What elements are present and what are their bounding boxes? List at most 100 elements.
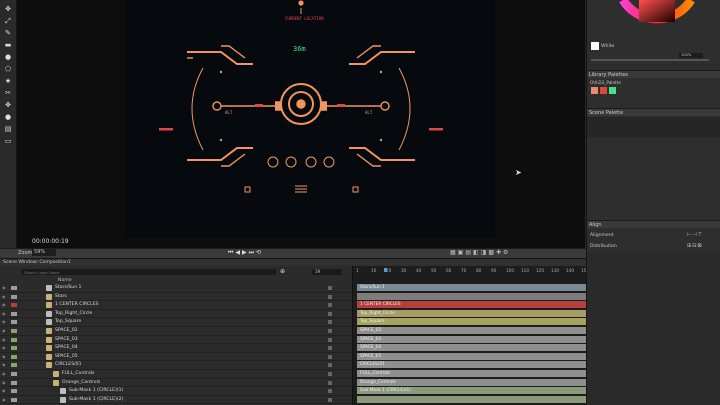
ruler-tick-label: 80 — [476, 268, 482, 273]
scene-palette-area — [587, 117, 720, 137]
scene-palette-title[interactable]: Scene Palette — [587, 108, 720, 116]
layer-lock-icon[interactable] — [328, 389, 332, 394]
layer-column-header: Name — [58, 278, 72, 283]
visibility-eye-icon[interactable]: ◉ — [2, 363, 7, 367]
layer-color-swatch[interactable] — [11, 320, 17, 325]
layer-lock-icon[interactable] — [328, 363, 332, 368]
layer-lock-icon[interactable] — [328, 380, 332, 385]
layer-color-swatch[interactable] — [11, 389, 17, 394]
color-wheel[interactable] — [617, 0, 697, 40]
layer-color-swatch[interactable] — [11, 380, 17, 385]
hud-center-readout: 36m — [293, 45, 306, 53]
layer-color-swatch[interactable] — [11, 294, 17, 299]
layer-lock-icon[interactable] — [328, 320, 332, 325]
hud-top-label: CURRENT LOCATION — [285, 16, 324, 21]
ruler-tick-label: 70 — [461, 268, 467, 273]
layer-lock-icon[interactable] — [328, 329, 332, 333]
palette-color-swatch[interactable] — [600, 87, 607, 94]
visibility-eye-icon[interactable]: ◉ — [2, 311, 7, 316]
tool-6-icon[interactable]: ★ — [3, 76, 13, 86]
tool-8-icon[interactable]: ✥ — [3, 100, 13, 110]
layer-lock-icon[interactable] — [328, 311, 332, 316]
layer-color-swatch[interactable] — [11, 286, 17, 290]
tool-9-icon[interactable]: ● — [3, 112, 13, 122]
timecode-display: 00:00:00:19 — [32, 238, 69, 245]
palette-color-swatch[interactable] — [591, 87, 598, 94]
layer-row[interactable]: ◉ SPACE_03 — [0, 336, 352, 345]
visibility-eye-icon[interactable]: ◉ — [2, 303, 7, 307]
alpha-value-field[interactable]: 100% — [679, 53, 703, 58]
tool-0-icon[interactable]: ✥ — [3, 4, 13, 14]
visibility-eye-icon[interactable]: ◉ — [2, 346, 7, 350]
layer-row[interactable]: ◉ Sub-Mask 1 (CIRCLE)(1) — [0, 387, 352, 396]
layer-color-swatch[interactable] — [11, 311, 17, 316]
zoom-dropdown[interactable]: 59% — [32, 249, 56, 256]
visibility-eye-icon[interactable]: ◉ — [2, 337, 7, 342]
tool-10-icon[interactable]: ▤ — [3, 124, 13, 134]
layer-lock-icon[interactable] — [328, 337, 332, 342]
layer-lock-icon[interactable] — [328, 397, 332, 402]
tool-3-icon[interactable]: ▬ — [3, 40, 13, 50]
layer-color-swatch[interactable] — [11, 363, 17, 368]
frame-input[interactable]: 19 — [312, 269, 342, 275]
layer-row[interactable]: ◉ SPACE_05 — [0, 353, 352, 362]
layer-lock-icon[interactable] — [328, 286, 332, 290]
layer-row[interactable]: ◉ SPACE_04 — [0, 344, 352, 353]
layer-row[interactable]: ◉ Stars/Sun 1 — [0, 284, 352, 293]
layer-row[interactable]: ◉ CIRCLES/01 — [0, 361, 352, 370]
layer-search-input[interactable] — [22, 269, 276, 275]
layer-row[interactable]: ◉ Sub-Mask 1 (CIRCLE)(2) — [0, 396, 352, 405]
tool-7-icon[interactable]: ✂ — [3, 88, 13, 98]
layer-color-swatch[interactable] — [11, 354, 17, 359]
library-palettes-title[interactable]: Library Palettes — [587, 70, 720, 78]
palette-color-swatch[interactable] — [609, 87, 616, 94]
drawing-layer-icon — [46, 319, 52, 326]
playhead-marker[interactable] — [384, 268, 387, 272]
scene-window-tab[interactable]: Scene Window: Composition1 — [3, 260, 71, 265]
playback-controls[interactable]: ⏮◀▶⏭⟲ — [228, 249, 263, 257]
distribution-buttons[interactable]: ⊞⊟⊠ — [687, 243, 703, 249]
tool-4-icon[interactable]: ● — [3, 52, 13, 62]
stage-viewport[interactable]: CURRENT LOCATION 36m ALT ALT ➤ — [17, 0, 585, 248]
layer-color-swatch[interactable] — [11, 346, 17, 351]
layer-color-swatch[interactable] — [11, 303, 17, 308]
layer-color-swatch[interactable] — [11, 372, 17, 376]
layer-lock-icon[interactable] — [328, 372, 332, 376]
tool-2-icon[interactable]: ✎ — [3, 28, 13, 38]
ruler-tick-label: 130 — [551, 268, 559, 273]
layer-lock-icon[interactable] — [328, 294, 332, 299]
visibility-eye-icon[interactable]: ◉ — [2, 397, 7, 402]
visibility-eye-icon[interactable]: ◉ — [2, 294, 7, 299]
visibility-eye-icon[interactable]: ◉ — [2, 372, 7, 376]
tool-11-icon[interactable]: ▭ — [3, 136, 13, 146]
visibility-eye-icon[interactable]: ◉ — [2, 286, 7, 290]
visibility-eye-icon[interactable]: ◉ — [2, 320, 7, 324]
layer-lock-icon[interactable] — [328, 354, 332, 359]
color-swatch[interactable] — [591, 42, 599, 50]
hud-canvas[interactable]: CURRENT LOCATION 36m ALT ALT — [125, 0, 495, 238]
visibility-eye-icon[interactable]: ◉ — [2, 329, 7, 333]
tool-5-icon[interactable]: ⬠ — [3, 64, 13, 74]
layer-color-swatch[interactable] — [11, 329, 17, 333]
layer-lock-icon[interactable] — [328, 346, 332, 351]
visibility-eye-icon[interactable]: ◉ — [2, 389, 7, 393]
layer-row[interactable]: ◉ 1 CENTER CIRCLES — [0, 301, 352, 310]
layer-row[interactable]: ◉ Orange_Controls — [0, 379, 352, 388]
layer-row[interactable]: ◉ Top_Square — [0, 318, 352, 327]
layer-lock-icon[interactable] — [328, 303, 332, 308]
layer-name: Top_Right_Circle — [55, 310, 93, 316]
align-panel-title[interactable]: Align — [587, 220, 720, 228]
visibility-eye-icon[interactable]: ◉ — [2, 380, 7, 385]
tool-1-icon[interactable]: ⤢ — [3, 16, 13, 26]
alpha-slider[interactable] — [591, 59, 709, 61]
visibility-eye-icon[interactable]: ◉ — [2, 354, 7, 359]
layer-color-swatch[interactable] — [11, 397, 17, 402]
view-options-icons[interactable]: ▦▣▤◧◨▩✚⚙ — [450, 249, 510, 256]
layer-row[interactable]: ◉ Top_Right_Circle — [0, 310, 352, 319]
alignment-buttons[interactable]: ⊢⊣⊤ — [687, 232, 703, 238]
layer-row[interactable]: ◉ SPACE_02 — [0, 327, 352, 336]
layer-row[interactable]: ◉ FULL_Controls — [0, 370, 352, 379]
add-layer-icon[interactable]: ⊕ — [280, 268, 285, 275]
layer-color-swatch[interactable] — [11, 337, 17, 342]
layer-row[interactable]: ◉ Stars — [0, 293, 352, 302]
